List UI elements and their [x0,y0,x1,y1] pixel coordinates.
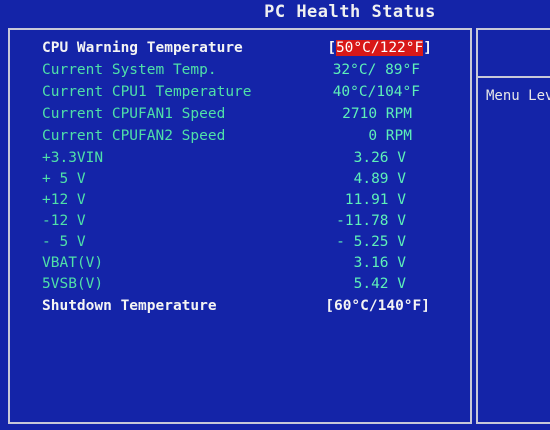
setting-label: Current System Temp. [42,62,217,78]
help-divider [478,76,550,78]
title-bar: PC Health Status [0,0,550,26]
setting-label: Shutdown Temperature [42,298,217,314]
help-text: Menu Lev [486,88,550,104]
setting-value: 5.42 V [353,276,406,292]
setting-row-12v: +12 V 11.91 V [42,192,462,212]
setting-value: 4.89 V [353,171,406,187]
setting-value: 32°C/ 89°F [332,62,420,78]
setting-label: Current CPU1 Temperature [42,84,252,100]
setting-label: +12 V [42,192,86,208]
setting-value: 40°C/104°F [332,84,420,100]
setting-row-minus-12v: -12 V -11.78 V [42,213,462,233]
setting-label: Current CPUFAN2 Speed [42,128,226,144]
page-title: PC Health Status [264,2,436,22]
setting-value: 3.26 V [353,150,406,166]
setting-value: 0 RPM [368,128,412,144]
setting-value: - 5.25 V [336,234,406,250]
setting-row-vbat: VBAT(V) 3.16 V [42,255,462,275]
value-close-bracket: ] [423,40,432,56]
setting-value[interactable]: [60°C/140°F] [325,298,430,314]
item-help-panel: Menu Lev [476,28,550,424]
setting-row-system-temp: Current System Temp. 32°C/ 89°F [42,62,462,82]
value-open-bracket: [ [327,40,336,56]
setting-value: 3.16 V [353,255,406,271]
setting-row-5vsb: 5VSB(V) 5.42 V [42,276,462,296]
setting-label: VBAT(V) [42,255,104,271]
setting-row-3v3in: +3.3VIN 3.26 V [42,150,462,170]
setting-value: 11.91 V [344,192,406,208]
setting-label: + 5 V [42,171,86,187]
setting-label: +3.3VIN [42,150,104,166]
setting-value: -11.78 V [336,213,406,229]
setting-label: 5VSB(V) [42,276,104,292]
selected-value[interactable]: 50°C/122°F [335,40,424,56]
setting-label: Current CPUFAN1 Speed [42,106,226,122]
setting-row-cpu-warning-temperature[interactable]: CPU Warning Temperature [50°C/122°F] [42,40,462,60]
setting-row-minus-5v: - 5 V - 5.25 V [42,234,462,254]
setting-row-cpufan1-speed: Current CPUFAN1 Speed 2710 RPM [42,106,462,126]
setting-row-cpufan2-speed: Current CPUFAN2 Speed 0 RPM [42,128,462,148]
setting-row-cpu1-temperature: Current CPU1 Temperature 40°C/104°F [42,84,462,104]
setting-value: 2710 RPM [342,106,412,122]
setting-label: -12 V [42,213,86,229]
setting-label: CPU Warning Temperature [42,40,243,56]
setting-row-shutdown-temperature[interactable]: Shutdown Temperature [60°C/140°F] [42,298,462,318]
setting-row-5v: + 5 V 4.89 V [42,171,462,191]
setting-label: - 5 V [42,234,86,250]
bios-screen: PC Health Status CPU Warning Temperature… [0,0,550,430]
settings-panel: CPU Warning Temperature [50°C/122°F] Cur… [8,28,472,424]
setting-value[interactable]: [50°C/122°F] [327,40,432,56]
